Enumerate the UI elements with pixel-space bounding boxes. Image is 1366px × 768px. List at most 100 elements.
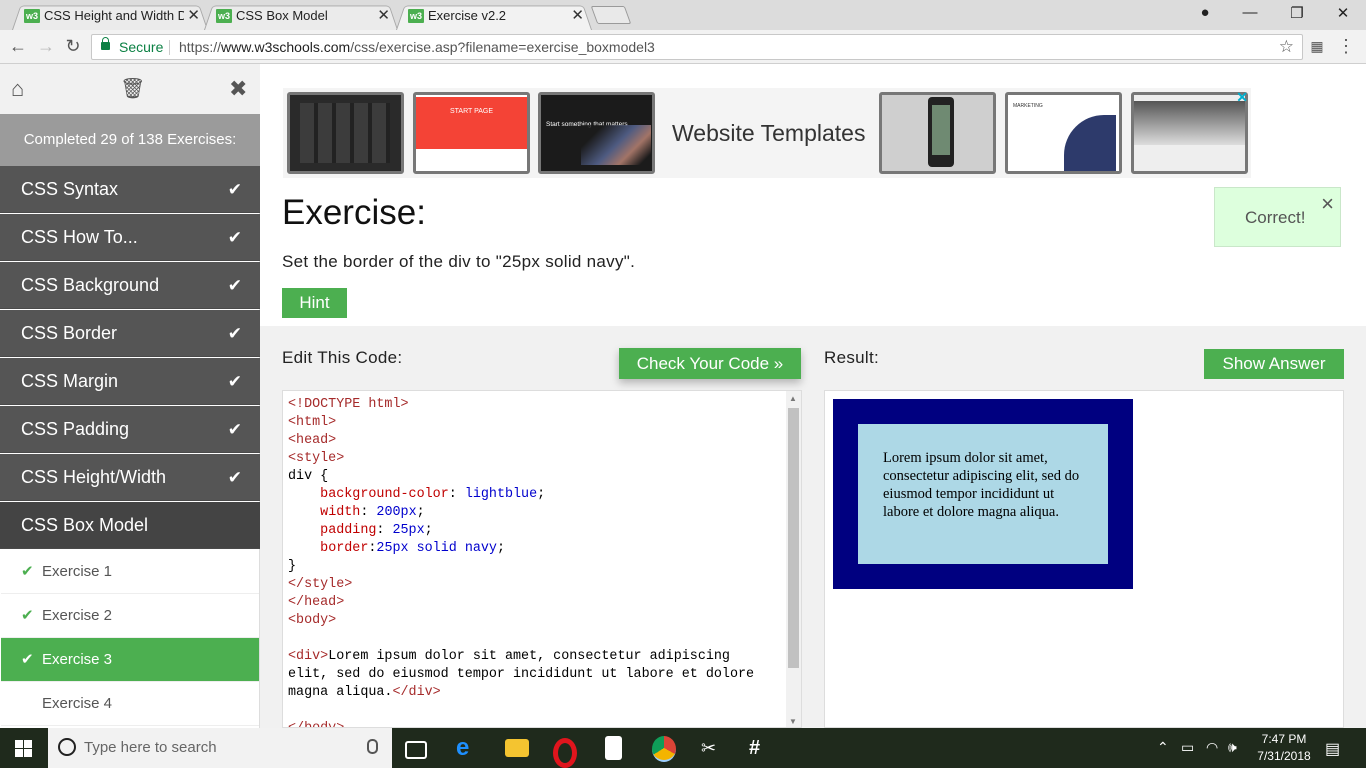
chrome-icon[interactable] [652,736,676,762]
sidebar-exercise-2[interactable]: ✔ Exercise 2 [1,594,259,638]
tab-title: CSS Height and Width Di [44,8,184,23]
tab-close-icon[interactable]: ✕ [377,3,390,28]
progress-text: Completed 29 of 138 Exercises: [0,114,260,166]
code-editor[interactable]: <!DOCTYPE html> <html> <head> <style> di… [282,390,802,728]
page-title: Exercise: [282,193,426,232]
sidebar-item-css-box-model[interactable]: CSS Box Model [0,502,260,549]
system-clock[interactable]: 7:47 PM 7/31/2018 [1252,731,1316,765]
wifi-icon[interactable]: ◠ [1206,739,1218,756]
check-icon: ✔ [21,607,34,624]
chapter-label: CSS How To... [21,227,138,247]
sidebar-item-css-syntax[interactable]: CSS Syntax ✔ [0,166,260,213]
w3schools-favicon-icon: w3 [216,9,232,23]
code-text[interactable]: <!DOCTYPE html> <html> <head> <style> di… [288,396,754,727]
sidebar-exercise-3[interactable]: ✔ Exercise 3 [1,638,259,682]
sidebar-item-css-padding[interactable]: CSS Padding ✔ [0,406,260,453]
divider [169,40,170,55]
battery-icon[interactable]: ▭ [1181,739,1194,756]
ad-thumb-marketing[interactable]: MARKETING [1005,92,1122,174]
windows-start-icon[interactable] [15,740,32,757]
sidebar-item-css-margin[interactable]: CSS Margin ✔ [0,358,260,405]
exercise-label: Exercise 4 [42,695,113,712]
ad-choices-close-icon[interactable]: ✕ [1236,89,1248,106]
secure-label: Secure [119,39,164,55]
browser-tab-active[interactable]: w3 Exercise v2.2 ✕ [396,3,592,30]
back-arrow-icon[interactable]: ← [8,36,28,56]
tab-title: CSS Box Model [236,8,328,23]
ad-thumb-phone[interactable] [879,92,996,174]
sidebar-item-css-height-width[interactable]: CSS Height/Width ✔ [0,454,260,501]
chapter-label: CSS Height/Width [21,467,167,487]
browser-tab[interactable]: w3 CSS Height and Width Di ✕ [12,3,208,30]
profile-icon[interactable]: ● [1192,4,1218,21]
close-icon[interactable]: × [1321,174,1334,234]
scroll-up-icon[interactable]: ▲ [789,394,797,403]
slack-icon[interactable]: # [749,736,773,760]
scroll-thumb[interactable] [788,408,799,668]
tab-close-icon[interactable]: ✕ [571,3,584,28]
ad-thumb-dark-gradient[interactable]: Start something that matters [538,92,655,174]
opera-icon[interactable] [553,738,577,768]
thumb-label: MARKETING [1013,103,1043,109]
show-answer-button[interactable]: Show Answer [1204,349,1344,379]
ad-thumb-dark-cafe[interactable] [287,92,404,174]
sidebar-item-css-how-to[interactable]: CSS How To... ✔ [0,214,260,261]
show-hidden-icons-icon[interactable]: ⌃ [1157,739,1169,756]
notepad-icon[interactable] [605,736,622,760]
check-icon: ✔ [227,276,242,295]
new-tab-button[interactable] [590,6,632,24]
home-icon[interactable]: ⌂ [11,78,24,100]
thumb-label: START PAGE [416,97,527,149]
sidebar-item-css-background[interactable]: CSS Background ✔ [0,262,260,309]
check-code-button[interactable]: Check Your Code » [619,348,801,379]
sidebar-toolbar: ⌂ 🗑 ✖ [0,64,260,114]
snipping-tool-icon[interactable]: ✂ [701,736,725,760]
tab-title: Exercise v2.2 [428,8,507,23]
taskbar-search-box[interactable]: Type here to search [48,728,392,768]
check-icon: ✔ [21,563,34,580]
reload-icon[interactable]: ↻ [63,36,83,56]
menu-dots-icon[interactable]: ⋮ [1336,36,1356,56]
exercise-label: Exercise 3 [42,651,113,668]
forward-arrow-icon[interactable]: → [36,36,56,56]
bookmark-star-icon[interactable]: ☆ [1279,35,1294,59]
file-explorer-icon[interactable] [505,739,529,757]
edge-icon[interactable]: e [456,736,480,760]
url-path: /css/exercise.asp?filename=exercise_boxm… [350,39,655,55]
extension-icon[interactable]: ▦ [1307,36,1327,56]
exercise-label: Exercise 1 [42,563,113,580]
lock-icon [101,37,110,50]
ad-text[interactable]: Website Templates [672,88,865,178]
action-center-icon[interactable]: ▤ [1325,739,1340,759]
ad-banner[interactable]: START PAGE Start something that matters … [283,88,1251,178]
url-text[interactable]: https://www.w3schools.com/css/exercise.a… [179,35,655,59]
scroll-down-icon[interactable]: ▼ [789,717,797,726]
search-placeholder: Type here to search [84,739,217,756]
hint-button[interactable]: Hint [282,288,347,318]
sidebar-exercise-4[interactable]: Exercise 4 [1,682,259,726]
trash-icon[interactable]: 🗑 [120,78,145,100]
check-icon: ✔ [227,324,242,343]
chapter-label: CSS Syntax [21,179,119,199]
volume-icon[interactable]: 🕪 [1228,739,1237,756]
ad-thumb-ocean[interactable] [1131,92,1248,174]
task-view-icon[interactable] [405,741,427,759]
sidebar-item-css-border[interactable]: CSS Border ✔ [0,310,260,357]
exercise-label: Exercise 2 [42,607,113,624]
ad-thumb-start-page[interactable]: START PAGE [413,92,530,174]
browser-tab[interactable]: w3 CSS Box Model ✕ [204,3,398,30]
correct-notification: Correct! × [1214,187,1341,247]
close-icon[interactable]: ✖ [229,78,247,100]
restore-icon[interactable]: ❐ [1284,4,1310,22]
address-bar[interactable]: Secure https://www.w3schools.com/css/exe… [91,34,1303,60]
editor-scrollbar[interactable]: ▲ ▼ [786,391,801,727]
minimize-icon[interactable]: — [1237,4,1263,21]
edit-code-label: Edit This Code: [282,348,403,367]
chapter-label: CSS Padding [21,419,130,439]
microphone-icon[interactable] [367,739,378,754]
tab-close-icon[interactable]: ✕ [187,3,200,28]
chapter-label: CSS Box Model [21,515,149,535]
window-close-icon[interactable]: ✕ [1330,4,1356,22]
clock-time: 7:47 PM [1261,732,1307,746]
sidebar-exercise-1[interactable]: ✔ Exercise 1 [1,550,259,594]
